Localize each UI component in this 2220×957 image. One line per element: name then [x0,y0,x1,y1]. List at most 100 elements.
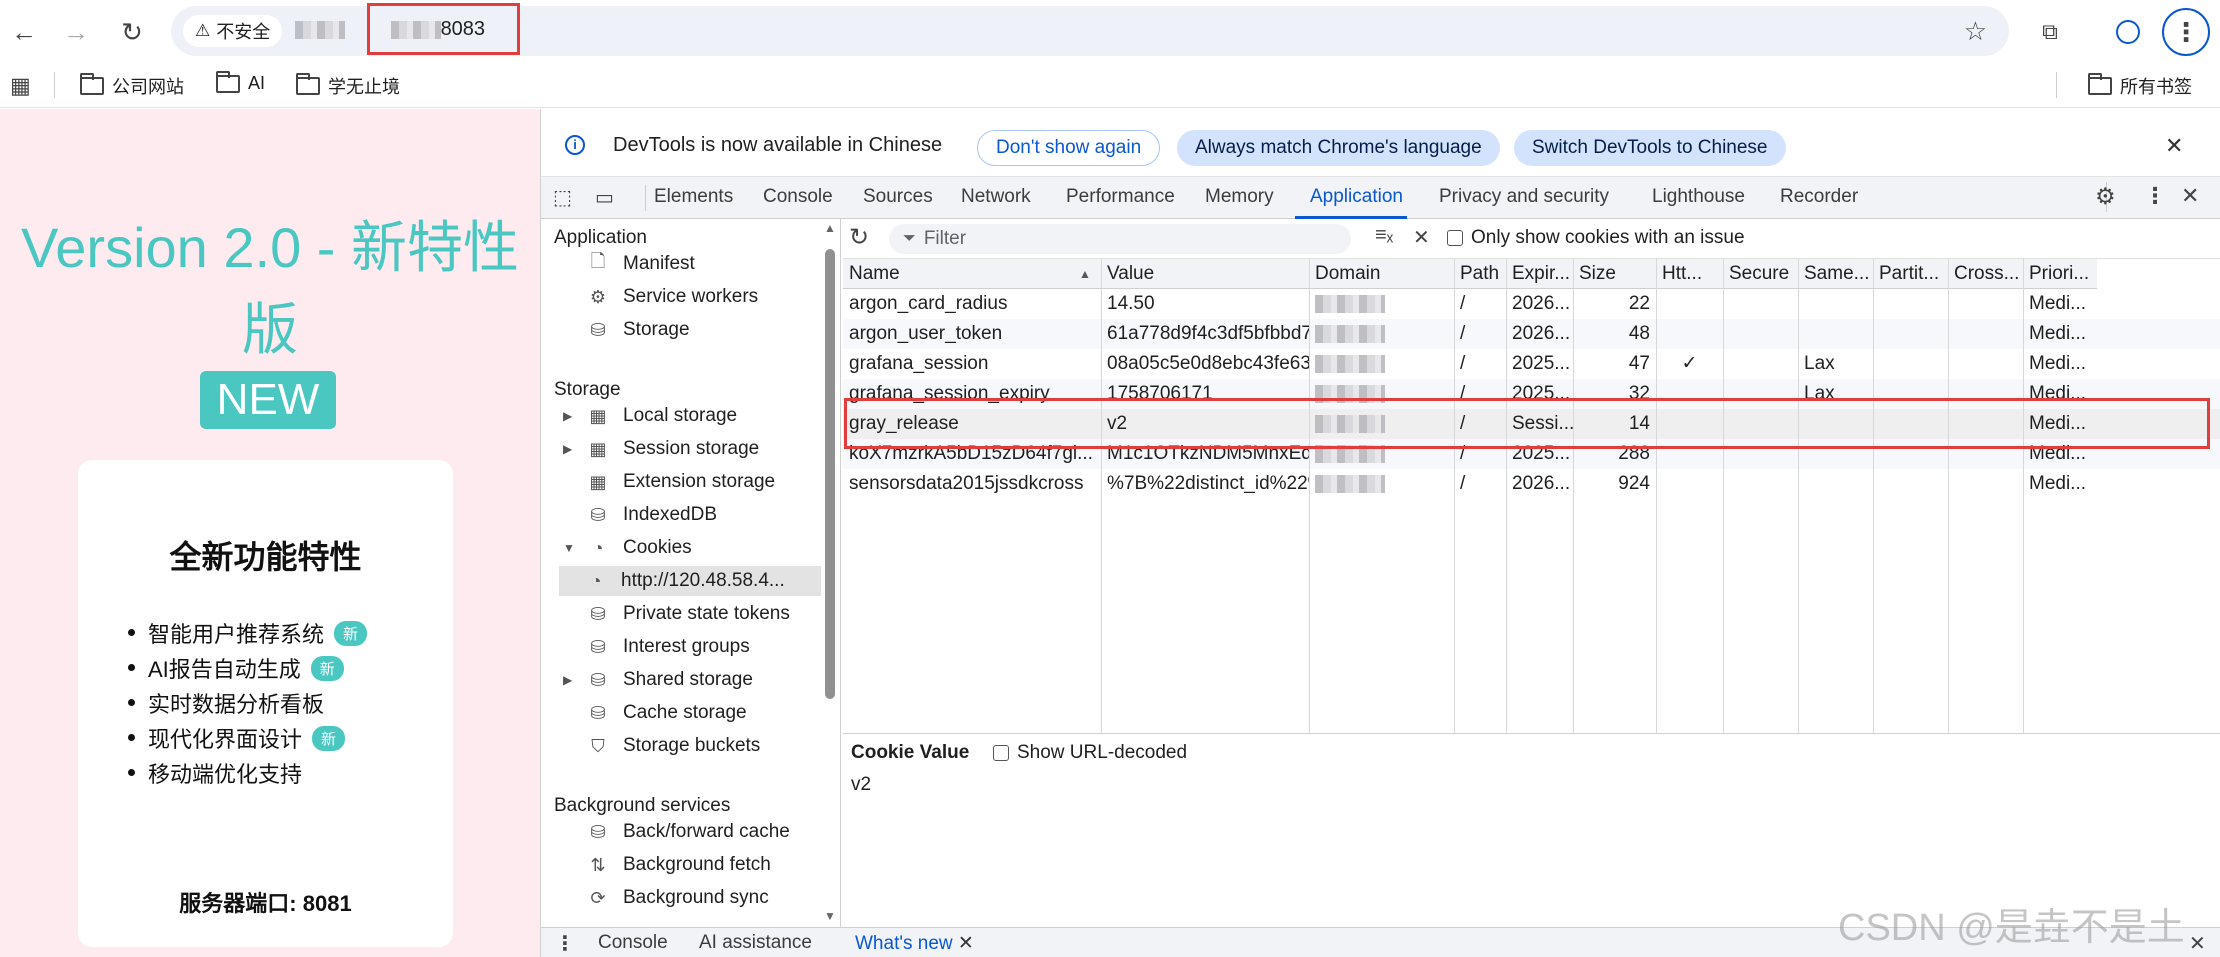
tab-application[interactable]: Application [1310,186,1403,208]
more-vert-icon[interactable]: ⋮ [2144,183,2166,209]
tab-memory[interactable]: Memory [1205,186,1274,208]
column-header-domain[interactable]: Domain [1309,259,1454,289]
tab-network[interactable]: Network [961,186,1031,208]
dont-show-again-button[interactable]: Don't show again [977,130,1161,166]
cell-expires: 2025... [1512,353,1571,374]
tab-lighthouse[interactable]: Lighthouse [1652,186,1745,208]
switch-to-chinese-button[interactable]: Switch DevTools to Chinese [1514,130,1786,166]
sidebar-scrollbar[interactable] [825,249,835,699]
sidebar-item-cookies[interactable]: ▼ ◔ Cookies [563,533,692,563]
tab-recorder[interactable]: Recorder [1780,186,1858,208]
close-icon[interactable]: ✕ [2165,133,2183,159]
site-info-chip[interactable]: ⚠ 不安全 [183,15,283,47]
cell-priority: Medi... [2029,293,2087,314]
checkbox-box[interactable] [1447,230,1463,246]
tab-elements[interactable]: Elements [654,186,733,208]
bookmark-learning[interactable]: 学无止境 [296,73,400,99]
tab-performance[interactable]: Performance [1066,186,1175,208]
bookmark-company[interactable]: 公司网站 [80,73,184,99]
all-bookmarks[interactable]: 所有书签 [2088,73,2192,99]
column-header-value[interactable]: Value [1101,259,1309,289]
forward-button[interactable]: → [56,12,96,52]
table-row[interactable]: sensorsdata2015jssdkcross %7B%22distinct_… [843,469,2220,499]
clear-all-icon[interactable]: ✕ [1413,225,1430,250]
show-url-decoded-checkbox[interactable]: Show URL-decoded [993,742,1187,764]
drawer-tab-console[interactable]: Console [598,932,668,954]
column-header-size[interactable]: Size [1573,259,1656,289]
sidebar-item-shared-storage[interactable]: ▶ ⛁ Shared storage [563,665,753,695]
drawer-tab-ai-assistance[interactable]: AI assistance [699,932,812,954]
chevron-down-icon[interactable]: ▼ [563,541,575,555]
scroll-down-icon[interactable]: ▼ [824,909,836,923]
sidebar-item-background-sync[interactable]: ⟳ Background sync [583,883,768,913]
sidebar-item-background-fetch[interactable]: ⇅ Background fetch [583,850,770,880]
column-header-httponly[interactable]: Htt... [1656,259,1723,289]
apps-grid-icon[interactable]: ▦ [10,73,31,99]
cookie-value-text[interactable]: v2 [851,774,871,796]
feature-text: 智能用户推荐系统 [148,622,325,647]
reload-button[interactable]: ↻ [112,12,152,52]
table-row[interactable]: argon_card_radius 14.50 / 2026... 22 Medi... [843,289,2220,319]
back-button[interactable]: ← [4,12,44,52]
sidebar-item-cache-storage[interactable]: ⛁ Cache storage [583,698,746,728]
column-header-secure[interactable]: Secure [1723,259,1798,289]
only-issues-checkbox[interactable]: Only show cookies with an issue [1447,227,1745,249]
close-icon[interactable]: ✕ [958,933,974,954]
profile-button[interactable] [2108,12,2148,52]
column-header-path[interactable]: Path [1454,259,1506,289]
star-icon[interactable]: ☆ [1964,16,1987,47]
chevron-right-icon[interactable]: ▶ [563,673,572,687]
cell-path: / [1460,323,1466,344]
sidebar-item-indexeddb[interactable]: ⛁ IndexedDB [583,500,717,530]
sidebar-item-manifest[interactable]: 🗋 Manifest [583,249,695,279]
sidebar-header-background: Background services [554,795,731,816]
reload-icon: ↻ [121,16,143,47]
filter-input[interactable]: ⏷ Filter [889,224,1351,254]
sidebar-item-extension-storage[interactable]: ▦ Extension storage [583,467,775,497]
table-row[interactable]: argon_user_token 61a778d9f4c3df5bfbbd758f… [843,319,2220,349]
clear-filtered-icon[interactable]: ≡ₓ [1375,224,1393,247]
sidebar-item-private-state-tokens[interactable]: ⛁ Private state tokens [583,599,790,629]
database-icon: ⛁ [590,702,606,723]
column-header-priority[interactable]: Priori... [2023,259,2097,289]
chevron-right-icon[interactable]: ▶ [563,442,572,456]
column-header-name[interactable]: Name ▲ [843,259,1101,289]
browser-toolbar: ← → ↻ ⚠ 不安全 8083 ☆ ⧉ ⋮ [0,0,2220,62]
sidebar-item-local-storage[interactable]: ▶ ▦ Local storage [563,401,737,431]
close-drawer-icon[interactable]: ✕ [2189,931,2206,956]
tab-console[interactable]: Console [763,186,833,208]
drawer-menu-icon[interactable]: ⋮ [555,931,575,956]
tab-sources[interactable]: Sources [863,186,933,208]
always-match-language-button[interactable]: Always match Chrome's language [1177,130,1500,166]
column-header-cross-site[interactable]: Cross... [1948,259,2023,289]
sidebar-item-storage[interactable]: ⛁ Storage [583,315,689,345]
sidebar-item-label: http://120.48.58.4... [621,570,785,591]
sidebar-item-cookie-origin[interactable]: ◔ http://120.48.58.4... [559,566,821,596]
refresh-icon[interactable]: ↻ [849,223,869,252]
column-header-samesite[interactable]: Same... [1798,259,1873,289]
chevron-right-icon[interactable]: ▶ [563,409,572,423]
sidebar-item-bfcache[interactable]: ⛁ Back/forward cache [583,817,789,847]
all-bookmarks-label: 所有书签 [2120,77,2192,97]
menu-button[interactable]: ⋮ [2162,8,2210,56]
checkbox-box[interactable] [993,745,1009,761]
inspect-element-icon[interactable]: ⬚ [553,185,572,210]
sidebar-item-service-workers[interactable]: ⚙ Service workers [583,282,758,312]
device-toolbar-icon[interactable]: ▭ [595,185,614,210]
sidebar-item-label: Private state tokens [623,603,790,624]
close-devtools-icon[interactable]: ✕ [2181,183,2199,209]
sidebar-item-interest-groups[interactable]: ⛁ Interest groups [583,632,749,662]
drawer-tab-whats-new[interactable]: What's new ✕ [855,932,974,955]
column-header-partition[interactable]: Partit... [1873,259,1948,289]
column-header-expires[interactable]: Expir... [1506,259,1573,289]
table-row[interactable]: grafana_session 08a05c5e0d8ebc43fe63f497c… [843,349,2220,379]
sidebar-item-storage-buckets[interactable]: ⛉ Storage buckets [583,731,760,761]
sidebar-item-session-storage[interactable]: ▶ ▦ Session storage [563,434,759,464]
tab-privacy-security[interactable]: Privacy and security [1439,186,1609,208]
scroll-up-icon[interactable]: ▲ [824,221,836,235]
extensions-button[interactable]: ⧉ [2030,12,2070,52]
gear-icon[interactable]: ⚙ [2095,183,2116,210]
application-sidebar: Application 🗋 Manifest ⚙ Service workers ⛁… [541,219,841,927]
card-title: 全新功能特性 [169,539,362,575]
bookmark-ai[interactable]: AI [216,70,265,94]
